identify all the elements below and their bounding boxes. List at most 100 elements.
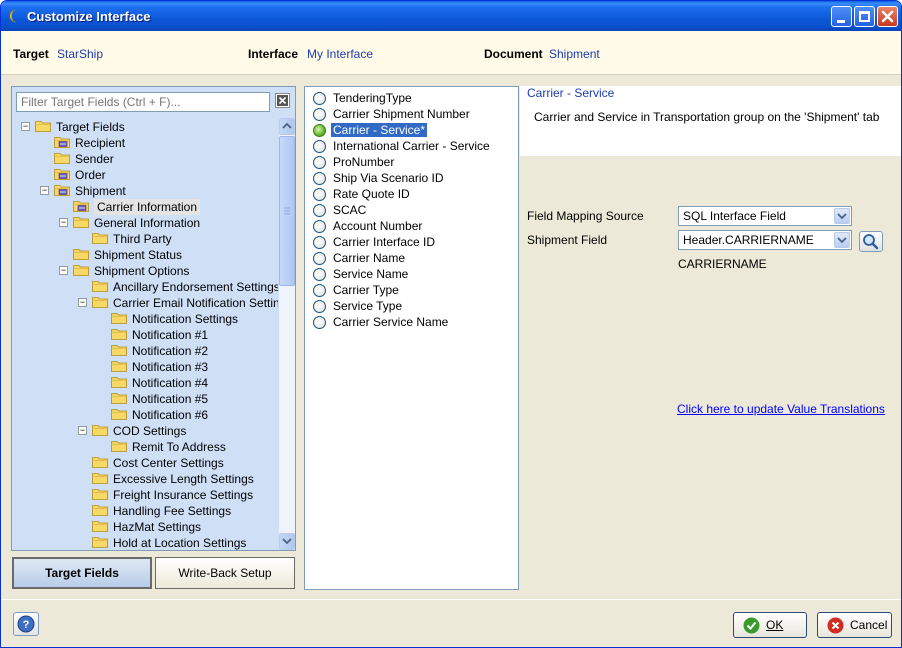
- tree-node[interactable]: Notification Settings: [97, 311, 271, 327]
- tree-collapse-toggle[interactable]: −: [59, 218, 68, 227]
- tree-node[interactable]: Shipment Status: [59, 247, 271, 263]
- tree-node[interactable]: − Target Fields: [21, 119, 271, 135]
- folder-icon: [73, 249, 89, 260]
- tree-node[interactable]: Third Party: [78, 231, 271, 247]
- mapping-source-dropdown-button[interactable]: [834, 208, 850, 224]
- tree-collapse-toggle[interactable]: −: [40, 186, 49, 195]
- field-option-label: Ship Via Scenario ID: [333, 171, 444, 185]
- tree-node[interactable]: Notification #6: [97, 407, 271, 423]
- field-option[interactable]: Carrier Service Name: [313, 314, 513, 330]
- tree-node[interactable]: Notification #2: [97, 343, 271, 359]
- tree-node[interactable]: Recipient: [40, 135, 271, 151]
- radio-icon[interactable]: [313, 300, 326, 313]
- target-label: Target: [13, 47, 49, 61]
- shipment-field-dropdown-button[interactable]: [834, 232, 850, 248]
- title-bar[interactable]: Customize Interface: [1, 1, 901, 31]
- field-option[interactable]: TenderingType: [313, 90, 513, 106]
- radio-icon[interactable]: [313, 92, 326, 105]
- folder-icon: [54, 153, 70, 164]
- field-option[interactable]: Ship Via Scenario ID: [313, 170, 513, 186]
- field-option[interactable]: Carrier Name: [313, 250, 513, 266]
- tree-node-label: HazMat Settings: [113, 520, 202, 534]
- scroll-down-button[interactable]: [279, 533, 295, 550]
- tree-node-label: Notification #2: [132, 344, 209, 358]
- linked-folder-icon: [54, 137, 70, 148]
- field-option-label: Carrier Interface ID: [333, 235, 436, 249]
- value-translations-link[interactable]: Click here to update Value Translations: [677, 402, 885, 416]
- tree-node[interactable]: − Shipment: [40, 183, 271, 199]
- close-button[interactable]: [877, 6, 898, 27]
- field-option[interactable]: Service Type: [313, 298, 513, 314]
- radio-icon[interactable]: [313, 236, 326, 249]
- tree-node[interactable]: − Shipment Options: [59, 263, 271, 279]
- radio-icon[interactable]: [313, 284, 326, 297]
- tree-node[interactable]: Cost Center Settings: [78, 455, 271, 471]
- ok-button[interactable]: OK: [733, 612, 807, 638]
- shipment-field-select[interactable]: Header.CARRIERNAME: [678, 230, 852, 250]
- tree-scrollbar[interactable]: [279, 118, 295, 550]
- minimize-button[interactable]: [831, 6, 852, 27]
- field-option[interactable]: Carrier - Service*: [313, 122, 513, 138]
- tree-node[interactable]: Hold at Location Settings: [78, 535, 271, 550]
- tree-collapse-toggle[interactable]: −: [78, 298, 87, 307]
- tree-node-label: Notification #4: [132, 376, 209, 390]
- radio-icon[interactable]: [313, 252, 326, 265]
- tree-node-label: Excessive Length Settings: [113, 472, 254, 486]
- tree-node[interactable]: Remit To Address: [97, 439, 271, 455]
- tree-node[interactable]: Notification #1: [97, 327, 271, 343]
- write-back-setup-tab[interactable]: Write-Back Setup: [155, 557, 295, 589]
- tree-collapse-toggle[interactable]: −: [78, 426, 87, 435]
- cancel-button[interactable]: Cancel: [817, 612, 892, 638]
- tree-node[interactable]: HazMat Settings: [78, 519, 271, 535]
- tree-node[interactable]: Notification #4: [97, 375, 271, 391]
- target-fields-tree[interactable]: − Target Fields Recipient Sender Order − Shipm…: [13, 117, 278, 550]
- field-option[interactable]: International Carrier - Service: [313, 138, 513, 154]
- scroll-up-button[interactable]: [279, 118, 295, 135]
- field-option[interactable]: Carrier Shipment Number: [313, 106, 513, 122]
- tree-node[interactable]: Excessive Length Settings: [78, 471, 271, 487]
- field-option[interactable]: Rate Quote ID: [313, 186, 513, 202]
- clear-filter-button[interactable]: [275, 93, 290, 108]
- scroll-thumb[interactable]: [279, 136, 295, 286]
- mapping-source-select[interactable]: SQL Interface Field: [678, 206, 852, 226]
- tree-collapse-toggle[interactable]: −: [59, 266, 68, 275]
- radio-icon[interactable]: [313, 220, 326, 233]
- tree-node[interactable]: Order: [40, 167, 271, 183]
- radio-icon[interactable]: [313, 204, 326, 217]
- tree-collapse-toggle[interactable]: −: [21, 122, 30, 131]
- radio-icon[interactable]: [313, 140, 326, 153]
- tree-node[interactable]: Notification #5: [97, 391, 271, 407]
- folder-icon: [111, 409, 127, 420]
- tree-node[interactable]: Ancillary Endorsement Settings: [78, 279, 278, 295]
- clear-x-icon: [277, 95, 288, 106]
- folder-icon: [92, 537, 108, 548]
- tree-node[interactable]: Handling Fee Settings: [78, 503, 271, 519]
- field-option[interactable]: Account Number: [313, 218, 513, 234]
- radio-icon[interactable]: [313, 108, 326, 121]
- tree-node[interactable]: − COD Settings: [78, 423, 271, 439]
- tree-node[interactable]: Carrier Information: [59, 199, 271, 215]
- target-fields-tab[interactable]: Target Fields: [12, 557, 152, 589]
- field-search-button[interactable]: [859, 231, 883, 252]
- tree-node[interactable]: Notification #3: [97, 359, 271, 375]
- field-option[interactable]: Carrier Interface ID: [313, 234, 513, 250]
- filter-input[interactable]: [16, 92, 270, 112]
- folder-icon: [92, 473, 108, 484]
- maximize-button[interactable]: [854, 6, 875, 27]
- radio-selected-icon[interactable]: [313, 124, 326, 137]
- field-option[interactable]: Service Name: [313, 266, 513, 282]
- field-option[interactable]: Carrier Type: [313, 282, 513, 298]
- radio-icon[interactable]: [313, 172, 326, 185]
- radio-icon[interactable]: [313, 268, 326, 281]
- field-option[interactable]: ProNumber: [313, 154, 513, 170]
- radio-icon[interactable]: [313, 188, 326, 201]
- tree-node[interactable]: Freight Insurance Settings: [78, 487, 271, 503]
- tree-node[interactable]: Sender: [40, 151, 271, 167]
- tree-node[interactable]: − Carrier Email Notification Settings: [78, 295, 278, 311]
- help-button[interactable]: ?: [13, 612, 39, 636]
- radio-icon[interactable]: [313, 316, 326, 329]
- radio-icon[interactable]: [313, 156, 326, 169]
- target-value: StarShip: [57, 47, 104, 61]
- tree-node[interactable]: − General Information: [59, 215, 271, 231]
- field-option[interactable]: SCAC: [313, 202, 513, 218]
